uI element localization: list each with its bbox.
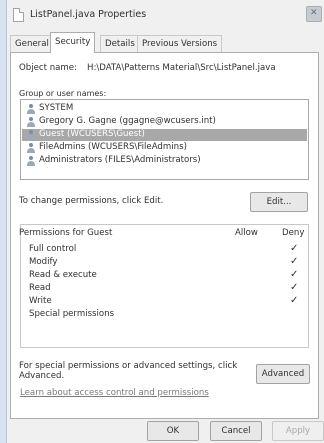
permission-row-read-execute: Read & execute ✓ [29, 269, 309, 282]
permissions-header: Permissions for Guest [19, 228, 113, 238]
user-icon [26, 117, 36, 127]
advanced-button[interactable]: Advanced [256, 364, 310, 384]
permission-name: Modify [29, 257, 58, 267]
permission-name: Read [29, 283, 51, 293]
file-icon [13, 8, 24, 22]
deny-check-icon: ✓ [290, 256, 299, 267]
permission-row-full-control: Full control ✓ [29, 243, 309, 256]
deny-check-icon: ✓ [290, 269, 299, 280]
edit-button[interactable]: Edit... [250, 192, 308, 212]
list-item-fileadmins[interactable]: FileAdmins (WCUSERS\FileAdmins) [22, 142, 307, 154]
properties-dialog: ListPanel.java Properties ✕ General Secu… [7, 0, 324, 443]
tab-details[interactable]: Details [100, 35, 140, 52]
apply-button[interactable]: Apply [272, 421, 324, 441]
user-icon [26, 130, 36, 140]
list-item-label: Guest (WCUSERS\Guest) [39, 129, 145, 139]
permission-row-special: Special permissions [29, 309, 309, 321]
user-group-icon [26, 143, 36, 153]
permission-name: Full control [29, 244, 77, 254]
ok-button[interactable]: OK [147, 421, 199, 441]
user-group-icon [26, 104, 36, 114]
list-item-label: Gregory G. Gagne (ggagne@wcusers.int) [39, 116, 216, 126]
list-item-label: FileAdmins (WCUSERS\FileAdmins) [39, 142, 187, 152]
close-button[interactable]: ✕ [306, 6, 322, 22]
object-name-value: H:\DATA\Patterns Material\Src\ListPanel.… [87, 63, 276, 73]
group-list-label: Group or user names: [19, 89, 107, 98]
permission-row-modify: Modify ✓ [29, 256, 309, 269]
title-bar[interactable]: ListPanel.java Properties ✕ [7, 0, 324, 26]
tab-security[interactable]: Security [50, 32, 96, 53]
background-window-edge [0, 0, 7, 443]
change-permissions-hint: To change permissions, click Edit. [19, 196, 164, 206]
list-item-administrators[interactable]: Administrators (FILES\Administrators) [22, 155, 307, 167]
permission-name: Read & execute [29, 270, 97, 280]
list-item-guest[interactable]: Guest (WCUSERS\Guest) [22, 129, 307, 141]
tab-general[interactable]: General [10, 35, 54, 52]
list-item-gregory[interactable]: Gregory G. Gagne (ggagne@wcusers.int) [22, 116, 307, 128]
object-name-label: Object name: [19, 63, 77, 73]
deny-check-icon: ✓ [290, 243, 299, 254]
advanced-settings-hint: For special permissions or advanced sett… [19, 361, 238, 381]
learn-access-control-link[interactable]: Learn about access control and permissio… [20, 388, 209, 398]
cancel-button[interactable]: Cancel [210, 421, 262, 441]
allow-column-header: Allow [235, 228, 258, 238]
permission-row-write: Write ✓ [29, 295, 309, 308]
list-item-label: SYSTEM [39, 103, 74, 113]
user-group-icon [26, 156, 36, 166]
group-user-list[interactable]: SYSTEM Gregory G. Gagne (ggagne@wcusers.… [20, 99, 309, 180]
permission-name: Special permissions [29, 309, 115, 319]
permission-name: Write [29, 296, 52, 306]
permission-row-read: Read ✓ [29, 282, 309, 295]
close-icon: ✕ [310, 8, 318, 18]
deny-check-icon: ✓ [290, 282, 299, 293]
deny-check-icon: ✓ [290, 295, 299, 306]
deny-column-header: Deny [282, 228, 305, 238]
window-title: ListPanel.java Properties [30, 9, 147, 20]
list-item-label: Administrators (FILES\Administrators) [39, 155, 201, 165]
tab-previous-versions[interactable]: Previous Versions [137, 35, 223, 52]
list-item-system[interactable]: SYSTEM [22, 103, 307, 115]
